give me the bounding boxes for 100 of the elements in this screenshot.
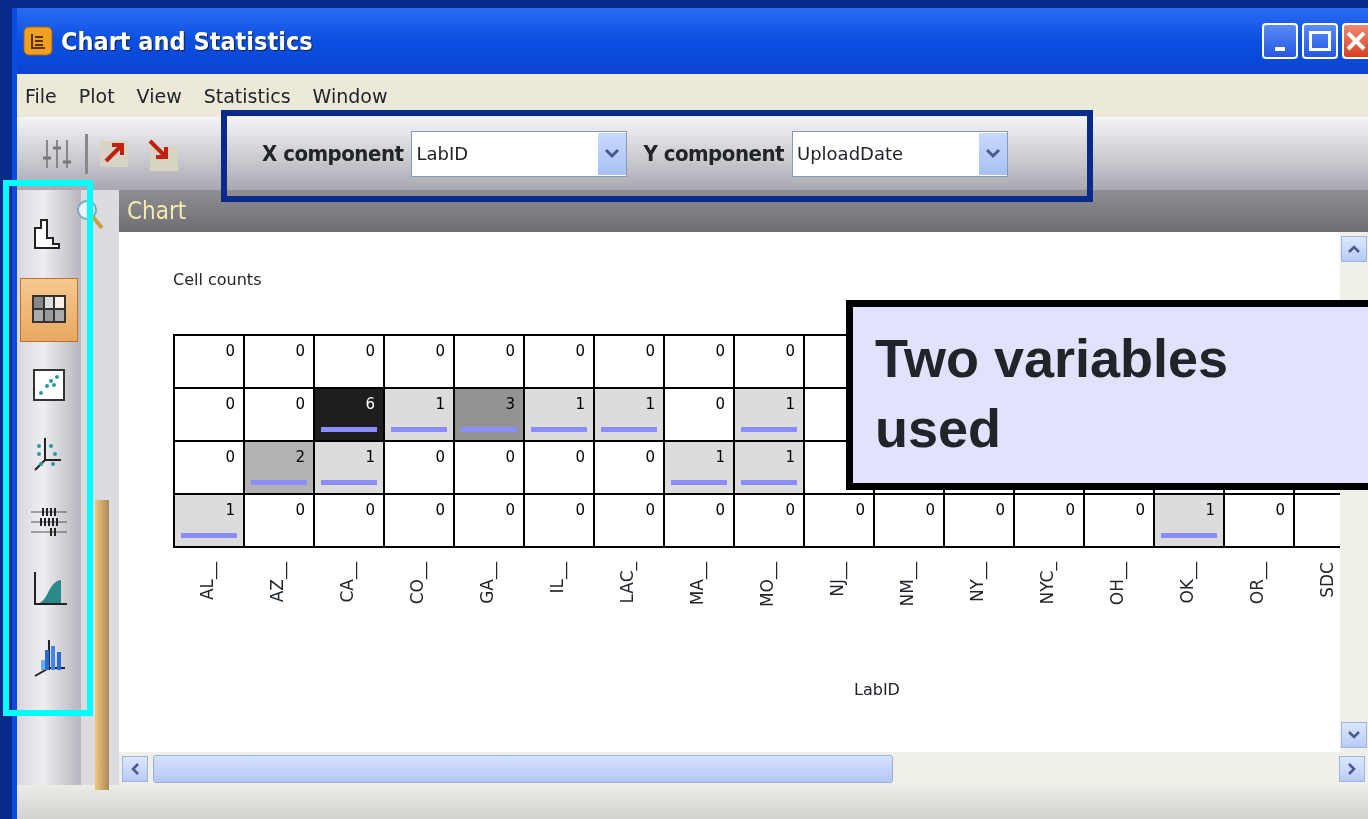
table-cell: 2	[245, 442, 315, 495]
axis-label: GA__	[476, 562, 499, 604]
axis-label: AL__	[196, 562, 219, 601]
table-cell: 0	[595, 495, 665, 548]
scroll-thumb[interactable]	[153, 754, 893, 783]
table-cell: 1	[665, 442, 735, 495]
table-cell: 0	[665, 389, 735, 442]
axis-label: MA__	[686, 562, 709, 606]
axis-label: NYC_	[1036, 562, 1059, 605]
table-cell: 0	[385, 336, 455, 389]
plot-type-button[interactable]	[20, 278, 78, 342]
table-cell: 0	[385, 495, 455, 548]
table-cell: 0	[735, 336, 805, 389]
chart-subtitle: Cell counts	[173, 269, 263, 291]
chevron-right-icon	[1347, 761, 1357, 776]
table-cell: 0	[1225, 495, 1295, 548]
count-bar	[251, 480, 307, 485]
menu-item[interactable]: View	[136, 84, 182, 107]
axis-label: OH__	[1106, 562, 1129, 606]
combo-box[interactable]: UploadDate	[792, 130, 1008, 177]
scroll-right-button[interactable]	[1339, 755, 1365, 782]
axis-label: OK__	[1176, 562, 1199, 604]
maximize-button[interactable]	[1302, 23, 1338, 59]
axis-label: LAC_	[616, 562, 639, 604]
table-cell: 0	[315, 495, 385, 548]
count-bar	[321, 480, 377, 485]
chevron-up-icon	[1347, 244, 1361, 254]
count-bar	[321, 427, 377, 432]
axis-label: MO__	[756, 562, 779, 608]
axis-label: CO__	[406, 562, 429, 605]
callout-tooltip: Two variables used	[846, 300, 1368, 490]
axis-label: NJ__	[826, 562, 849, 597]
close-button[interactable]	[1342, 23, 1368, 59]
table-cell: 0	[805, 495, 875, 548]
count-bar	[601, 427, 657, 432]
search-icon	[75, 198, 105, 232]
horizontal-scrollbar[interactable]	[119, 752, 1368, 785]
table-cell: 0	[525, 442, 595, 495]
table-cell: 0	[1085, 495, 1155, 548]
table-cell: 0	[245, 495, 315, 548]
count-bar	[1161, 533, 1217, 538]
app-icon	[23, 26, 53, 56]
table-cell: 0	[525, 336, 595, 389]
table-cell: 0	[315, 336, 385, 389]
table-cell: 0	[455, 495, 525, 548]
axis-label: IL__	[546, 562, 569, 594]
maximize-icon	[1309, 31, 1331, 51]
count-bar	[741, 480, 797, 485]
table-cell: 0	[245, 336, 315, 389]
scroll-down-button[interactable]	[1341, 722, 1367, 748]
axis-label: NM__	[896, 562, 919, 607]
combo-label: Y component	[643, 141, 784, 166]
axis-label: AZ__	[266, 562, 289, 603]
axis-label: OR__	[1246, 562, 1269, 605]
menu-item[interactable]: Statistics	[203, 84, 291, 107]
table-cell: 1	[735, 442, 805, 495]
menu-item[interactable]: Plot	[78, 84, 115, 107]
table-cell: 0	[1015, 495, 1085, 548]
axis-label: SDC	[1316, 562, 1339, 598]
table-cell: 1	[315, 442, 385, 495]
table-cell: 0	[175, 389, 245, 442]
table-cell: 0	[455, 336, 525, 389]
minimize-icon	[1275, 47, 1285, 51]
minimize-button[interactable]	[1262, 23, 1298, 59]
panel-title: Chart	[119, 190, 1368, 232]
close-icon	[1346, 31, 1366, 51]
table-cell: 1	[595, 389, 665, 442]
count-bar	[741, 427, 797, 432]
window-title: Chart and Statistics	[61, 26, 313, 56]
table-cell: 1	[385, 389, 455, 442]
table-cell: 0	[735, 495, 805, 548]
table-cell: 0	[175, 442, 245, 495]
table-cell: 0	[875, 495, 945, 548]
table-cell: 1	[175, 495, 245, 548]
count-bar	[391, 427, 447, 432]
menu-item[interactable]: Window	[312, 84, 388, 107]
table-cell: 0	[525, 495, 595, 548]
table-cell: 1	[1155, 495, 1225, 548]
count-bar	[181, 533, 237, 538]
count-bar	[461, 427, 517, 432]
chevron-down-icon	[1347, 730, 1361, 740]
table-cell: 0	[665, 495, 735, 548]
axis-label: CA__	[336, 562, 359, 603]
chevron-left-icon	[130, 761, 140, 776]
count-bar	[671, 480, 727, 485]
table-cell: 0	[245, 389, 315, 442]
count-bar	[531, 427, 587, 432]
axis-title: LabID	[854, 679, 900, 701]
table-cell: 0	[945, 495, 1015, 548]
menu-item[interactable]: File	[25, 84, 57, 107]
axis-label: NY__	[966, 562, 989, 603]
table-cell: 3	[455, 389, 525, 442]
combo-box[interactable]: LabID	[411, 130, 628, 177]
table-cell: 0	[175, 336, 245, 389]
table-cell: 0	[595, 336, 665, 389]
table-cell: 6	[315, 389, 385, 442]
scroll-up-button[interactable]	[1341, 236, 1367, 262]
scroll-left-button[interactable]	[122, 755, 148, 782]
table-cell: 0	[665, 336, 735, 389]
chevron-down-icon	[604, 147, 621, 160]
